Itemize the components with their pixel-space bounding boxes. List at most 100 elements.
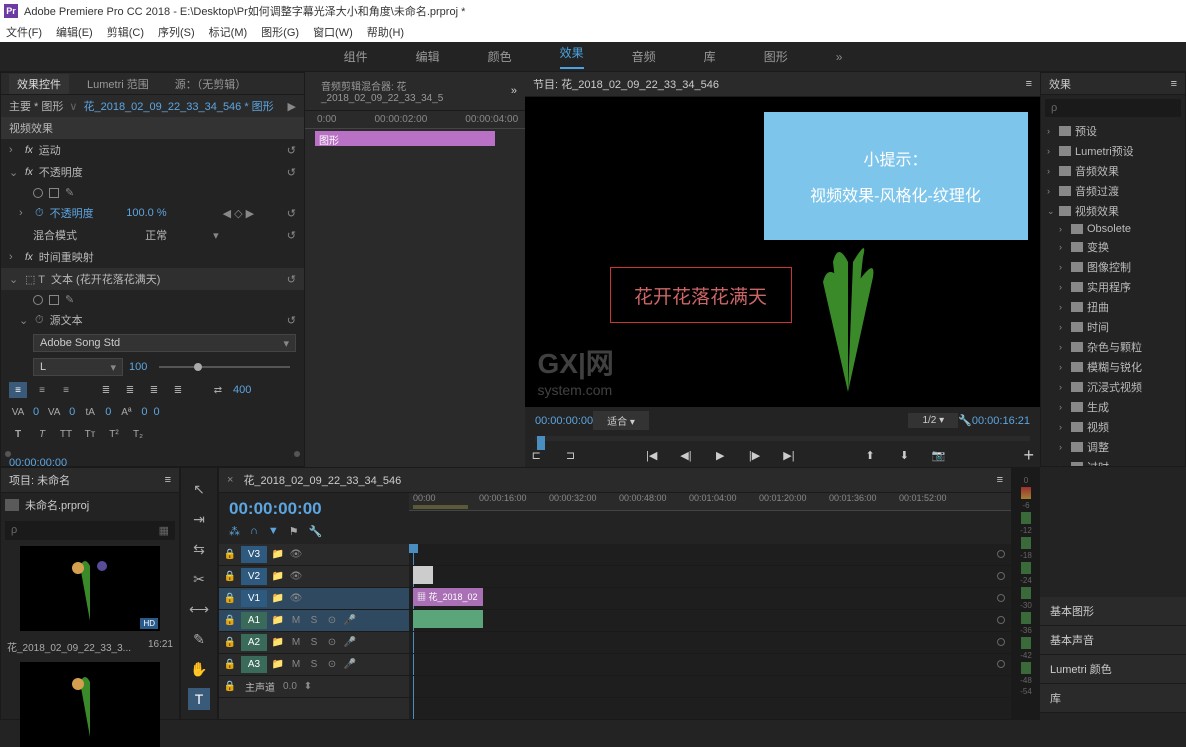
font-select[interactable]: Adobe Song Std — [33, 334, 296, 352]
superscript-icon[interactable]: T² — [105, 426, 123, 442]
align-left-icon[interactable]: ≡ — [9, 382, 27, 398]
track-v1[interactable]: V1 📁 — [219, 588, 409, 610]
play-icon[interactable]: ▶ — [288, 100, 296, 113]
mute-button[interactable]: M — [289, 658, 303, 672]
track-a1[interactable]: A1 📁 M S ⊙ 🎤 — [219, 610, 409, 632]
voice-icon[interactable]: 🎤 — [343, 614, 357, 628]
toggle-output-icon[interactable]: 📁 — [271, 636, 285, 650]
toggle-output-icon[interactable]: 📁 — [271, 592, 285, 606]
toggle-output-icon[interactable]: 📁 — [271, 570, 285, 584]
eye-icon[interactable] — [289, 548, 303, 562]
stopwatch-icon[interactable]: ⏱ — [35, 207, 44, 220]
program-monitor[interactable]: 小提示： 视频效果-风格化-纹理化 花开花落花满天 GX|网 system.co… — [525, 97, 1040, 407]
record-icon[interactable]: ⊙ — [325, 658, 339, 672]
align-justify-last-center-icon[interactable]: ≣ — [145, 382, 163, 398]
workspace-tab-color[interactable]: 颜色 — [488, 48, 512, 65]
italic-icon[interactable]: T — [33, 426, 51, 442]
chevron-icon[interactable]: › — [1059, 224, 1067, 234]
effects-tree-item[interactable]: ›实用程序 — [1041, 277, 1185, 297]
sequence-name[interactable]: 花_2018_02_09_22_33_34_546 — [243, 472, 401, 488]
wrench-icon[interactable]: 🔧 — [309, 525, 323, 538]
expand-icon[interactable]: ⬍ — [301, 680, 315, 694]
play-icon[interactable]: ▶ — [713, 447, 727, 463]
ripple-edit-tool-icon[interactable]: ⇆ — [188, 538, 210, 560]
stopwatch-icon[interactable]: ⏱ — [35, 314, 44, 327]
effects-tree-item[interactable]: ›过时 — [1041, 457, 1185, 467]
effects-tree-item[interactable]: ›预设 — [1041, 121, 1185, 141]
keyframe-marker[interactable] — [997, 638, 1005, 646]
workspace-overflow-icon[interactable]: » — [836, 50, 843, 64]
effects-tree-item[interactable]: ›杂色与颗粒 — [1041, 337, 1185, 357]
opacity-value[interactable]: 100.0 % — [126, 207, 166, 219]
record-icon[interactable]: ⊙ — [325, 614, 339, 628]
razor-tool-icon[interactable]: ✂ — [188, 568, 210, 590]
align-right-icon[interactable]: ≡ — [57, 382, 75, 398]
mute-button[interactable]: M — [289, 614, 303, 628]
mark-out-icon[interactable]: ⊐ — [563, 447, 577, 463]
clip-video-v1[interactable]: ▦ 花_2018_02 — [413, 588, 483, 606]
allcaps-icon[interactable]: TT — [57, 426, 75, 442]
font-size-slider[interactable] — [159, 366, 290, 368]
clip-thumbnail-2[interactable] — [20, 662, 160, 747]
go-to-out-icon[interactable]: ▶| — [782, 447, 796, 463]
text-selection-box[interactable]: 花开花落花满天 — [610, 267, 792, 323]
panel-menu-icon[interactable]: ≡ — [1026, 78, 1032, 90]
solo-button[interactable]: S — [307, 636, 321, 650]
program-timecode-left[interactable]: 00:00:00:00 — [535, 415, 593, 427]
blend-mode-value[interactable]: 正常 — [145, 227, 167, 243]
zoom-dropdown[interactable]: 1/2 ▾ — [908, 413, 958, 428]
menu-file[interactable]: 文件(F) — [6, 24, 42, 40]
reset-icon[interactable]: ↺ — [287, 273, 296, 286]
menu-window[interactable]: 窗口(W) — [313, 24, 353, 40]
ellipse-mask-icon[interactable] — [33, 295, 43, 305]
chevron-icon[interactable]: › — [1059, 382, 1067, 392]
clip-graphic[interactable] — [413, 566, 433, 584]
workspace-tab-graphics[interactable]: 图形 — [764, 48, 788, 65]
settings-icon[interactable]: ⚑ — [289, 525, 299, 538]
lock-icon[interactable] — [223, 570, 237, 584]
row-motion[interactable]: ›fx 运动 ↺ — [1, 139, 304, 161]
project-search-input[interactable]: ρ ▦ — [5, 521, 175, 540]
menu-marker[interactable]: 标记(M) — [209, 24, 248, 40]
go-to-in-icon[interactable]: |◀ — [645, 447, 659, 463]
track-v3[interactable]: V3 📁 — [219, 544, 409, 566]
chevron-icon[interactable]: › — [1059, 242, 1067, 252]
timeline-ruler[interactable]: 00:00 00:00:16:00 00:00:32:00 00:00:48:0… — [409, 493, 1011, 511]
track-select-tool-icon[interactable]: ⇥ — [188, 508, 210, 530]
ellipse-mask-icon[interactable] — [33, 188, 43, 198]
lock-icon[interactable] — [223, 592, 237, 606]
eye-icon[interactable] — [289, 592, 303, 606]
smallcaps-icon[interactable]: Tᴛ — [81, 426, 99, 442]
chevron-icon[interactable]: › — [1059, 402, 1067, 412]
toggle-output-icon[interactable]: 📁 — [271, 614, 285, 628]
add-button-icon[interactable]: + — [1022, 447, 1036, 463]
effects-tree-item[interactable]: ⌄视频效果 — [1041, 201, 1185, 221]
row-text-layer[interactable]: ⌄ ⬚ T 文本 (花开花落花满天) ↺ — [1, 268, 304, 290]
snap-icon[interactable]: ⁂ — [229, 525, 240, 538]
chevron-icon[interactable]: › — [1059, 362, 1067, 372]
playhead-icon[interactable] — [537, 436, 545, 450]
reset-icon[interactable]: ↺ — [287, 166, 296, 179]
tab-lumetri-scopes[interactable]: Lumetri 范围 — [79, 74, 157, 94]
align-justify-last-left-icon[interactable]: ≣ — [121, 382, 139, 398]
solo-button[interactable]: S — [307, 658, 321, 672]
row-opacity[interactable]: › ⏱ 不透明度 100.0 % ◀ ◇ ▶ ↺ — [1, 202, 304, 224]
panel-essential-sound[interactable]: 基本声音 — [1040, 626, 1186, 655]
effects-tree-item[interactable]: ›变换 — [1041, 237, 1185, 257]
chevron-icon[interactable]: › — [1059, 262, 1067, 272]
chevron-icon[interactable]: › — [1059, 282, 1067, 292]
voice-icon[interactable]: 🎤 — [343, 636, 357, 650]
wrench-icon[interactable]: 🔧 — [958, 414, 972, 427]
toggle-output-icon[interactable]: 📁 — [271, 548, 285, 562]
reset-icon[interactable]: ↺ — [287, 144, 296, 157]
fit-dropdown[interactable]: 适合 ▾ — [593, 411, 649, 430]
lock-icon[interactable] — [223, 680, 237, 694]
keyframe-marker[interactable] — [997, 550, 1005, 558]
lock-icon[interactable] — [223, 614, 237, 628]
keyframe-marker[interactable] — [997, 616, 1005, 624]
effects-tree-item[interactable]: ›时间 — [1041, 317, 1185, 337]
chevron-icon[interactable]: › — [1059, 342, 1067, 352]
clip-thumbnail[interactable]: HD — [20, 546, 160, 631]
chevron-icon[interactable]: › — [1059, 422, 1067, 432]
mute-button[interactable]: M — [289, 636, 303, 650]
